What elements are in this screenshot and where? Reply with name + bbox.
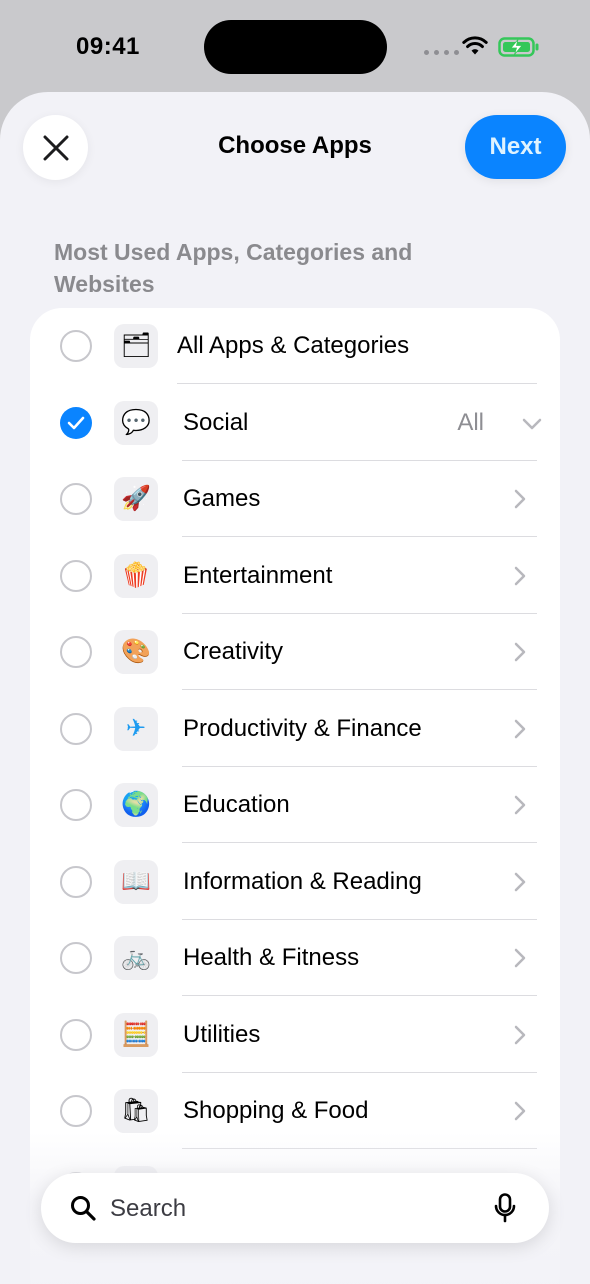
stack-icon: 🗂 xyxy=(114,324,158,368)
globe-icon: 🌍 xyxy=(114,783,158,827)
list-item-label: Education xyxy=(183,791,290,818)
popcorn-icon: 🍿 xyxy=(114,553,158,598)
chevron-right-icon[interactable] xyxy=(514,795,526,815)
status-bar: 09:41 xyxy=(0,0,590,92)
list-item-label: Information & Reading xyxy=(183,867,422,895)
battery-charging-icon xyxy=(498,37,539,57)
choose-apps-sheet: Choose Apps Next Most Used Apps, Categor… xyxy=(0,92,590,1284)
screen: 09:41 Choose Apps Next Most Used Apps, C… xyxy=(0,0,590,1284)
list-item-label: All Apps & Categories xyxy=(177,332,410,359)
search-field[interactable]: Search xyxy=(41,1173,549,1243)
search-placeholder: Search xyxy=(110,1195,187,1222)
list-item[interactable]: 🎨 Creativity xyxy=(30,614,560,690)
chevron-right-icon[interactable] xyxy=(514,1101,526,1121)
dynamic-island xyxy=(204,20,387,74)
list-item[interactable]: 🗂 All Apps & Categories xyxy=(30,308,560,384)
chevron-right-icon[interactable] xyxy=(514,642,526,662)
radio-circle-icon[interactable] xyxy=(60,559,92,592)
radio-circle-icon[interactable] xyxy=(60,483,92,515)
selection-value: All xyxy=(457,408,484,436)
list-item-label: Games xyxy=(183,485,261,512)
rocket-icon: 🚀 xyxy=(114,477,158,521)
search-icon xyxy=(71,1196,96,1221)
list-item-label: Shopping & Food xyxy=(183,1097,369,1124)
palette-icon: 🎨 xyxy=(114,630,158,674)
radio-circle-icon[interactable] xyxy=(60,636,92,668)
list-item[interactable]: 🚲 Health & Fitness xyxy=(30,920,560,996)
list-item[interactable]: 🚀 Games xyxy=(30,461,560,537)
list-item[interactable]: 🌍 Education xyxy=(30,767,560,843)
radio-circle-icon[interactable] xyxy=(60,712,92,745)
list-item[interactable]: 🧮 Utilities xyxy=(30,997,560,1073)
chevron-down-icon[interactable] xyxy=(522,418,542,430)
list-item-label: Productivity & Finance xyxy=(183,714,422,742)
list-item-label: Health & Fitness xyxy=(183,944,360,971)
chevron-right-icon[interactable] xyxy=(514,489,526,509)
shopping-bag-icon: 🛍 xyxy=(114,1089,158,1133)
wifi-icon xyxy=(462,36,488,55)
calculator-icon: 🧮 xyxy=(114,1012,158,1057)
radio-circle-icon[interactable] xyxy=(60,330,92,362)
radio-circle-icon[interactable] xyxy=(60,789,92,821)
open-book-icon: 📖 xyxy=(114,859,158,904)
checkmark-circle-icon[interactable] xyxy=(60,406,92,439)
chevron-right-icon[interactable] xyxy=(514,872,526,892)
section-header: Most Used Apps, Categories and Websites xyxy=(54,239,413,297)
status-time: 09:41 xyxy=(76,33,140,60)
list-item-label: Utilities xyxy=(183,1020,261,1048)
chevron-right-icon[interactable] xyxy=(514,1025,526,1045)
cellular-signal-icon xyxy=(424,50,459,55)
radio-circle-icon[interactable] xyxy=(60,865,92,898)
next-button[interactable]: Next xyxy=(465,115,566,179)
radio-circle-icon[interactable] xyxy=(60,942,92,974)
list-item[interactable]: 🍿 Entertainment xyxy=(30,538,560,614)
chat-bubble-heart-icon: 💬 xyxy=(114,400,158,445)
chevron-right-icon[interactable] xyxy=(514,566,526,586)
chevron-right-icon[interactable] xyxy=(514,719,526,739)
list-item[interactable]: 💬 Social All xyxy=(30,385,560,461)
list-item-label: Entertainment xyxy=(183,561,333,589)
microphone-icon[interactable] xyxy=(494,1193,516,1223)
list-item[interactable]: 📖 Information & Reading xyxy=(30,844,560,920)
paper-plane-icon: ✈ xyxy=(114,706,158,751)
chevron-right-icon[interactable] xyxy=(514,948,526,968)
bicycle-icon: 🚲 xyxy=(114,936,158,980)
list-item-label: Social xyxy=(183,408,249,436)
list-item[interactable]: ✈ Productivity & Finance xyxy=(30,691,560,767)
list-item-label: Creativity xyxy=(183,638,284,665)
radio-circle-icon[interactable] xyxy=(60,1095,92,1127)
radio-circle-icon[interactable] xyxy=(60,1018,92,1051)
